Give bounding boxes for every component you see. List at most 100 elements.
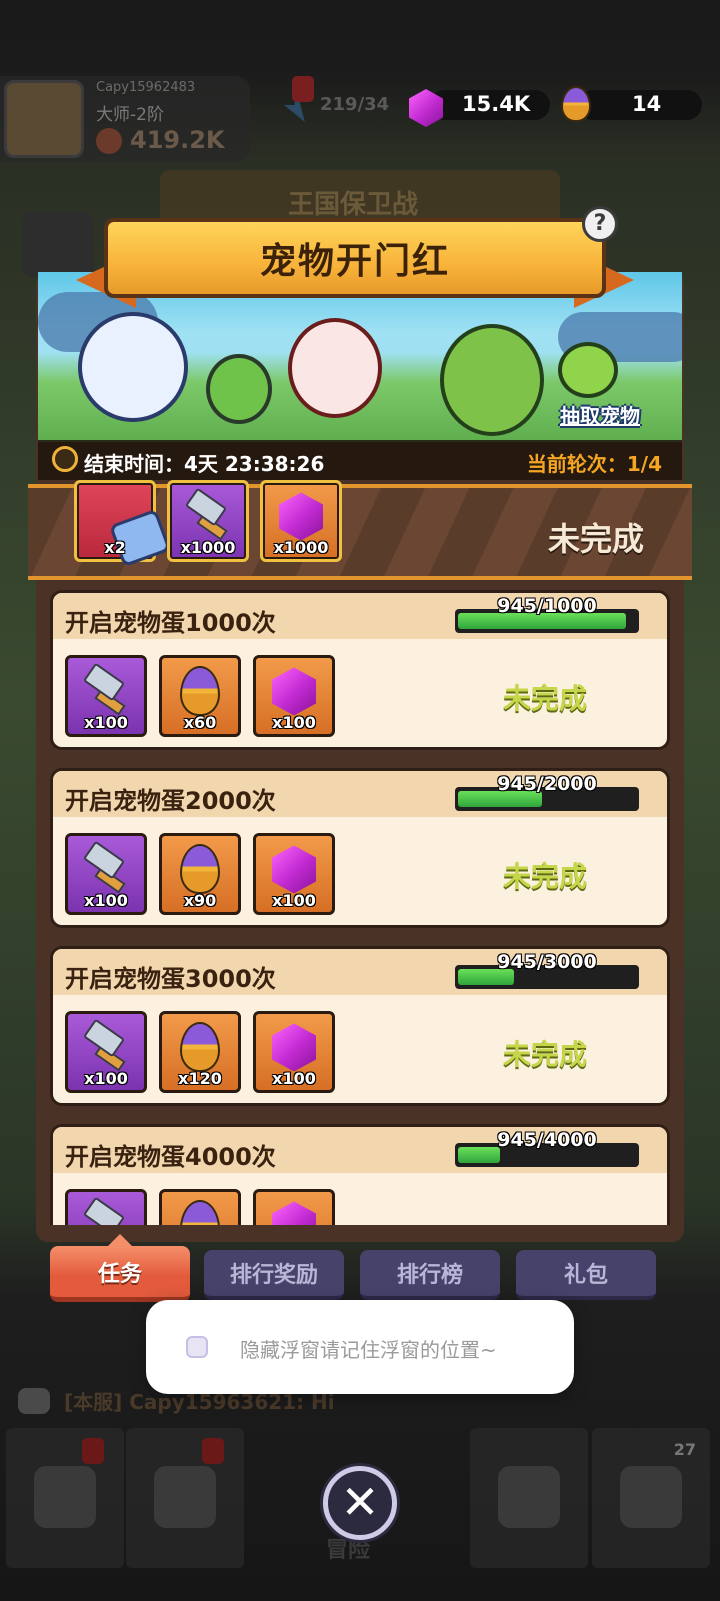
nav-badge-count: 27 (673, 1440, 696, 1459)
reward-count: x2 (104, 538, 126, 557)
reward-count: x100 (84, 1069, 128, 1088)
close-button[interactable]: ✕ (323, 1466, 397, 1540)
egg-icon (180, 844, 220, 895)
chest-icon (620, 1466, 682, 1528)
hammer-icon (80, 663, 132, 717)
gem-icon (279, 492, 323, 541)
gem-icon (272, 845, 316, 894)
reward-item[interactable]: x100 (253, 833, 335, 915)
reward-count: x60 (183, 713, 217, 732)
current-round: 当前轮次：1/4 (526, 452, 662, 476)
reward-item[interactable]: x60 (159, 655, 241, 737)
red-fox-pet (288, 318, 382, 418)
hammer-icon (182, 488, 234, 542)
task-progress-text: 945/3000 (497, 951, 597, 973)
parrot-pet (558, 342, 618, 398)
egg-count: 14 (632, 92, 662, 116)
end-time: 结束时间：4天 23:38:26 (84, 452, 325, 476)
task-status[interactable]: 未完成 (503, 855, 587, 895)
task-list[interactable]: 开启宠物蛋1000次 945/1000 x100 x60 x100 未完成 开启宠物蛋200… (50, 590, 670, 1225)
reward-count: x90 (183, 891, 217, 910)
active-tab-indicator (106, 1234, 134, 1248)
reward-item[interactable] (253, 1189, 335, 1225)
event-timer-bar: 结束时间：4天 23:38:26 当前轮次：1/4 (38, 440, 682, 480)
title-plate: 宠物开门红 (104, 218, 606, 298)
chat-icon (18, 1388, 50, 1414)
event-title-banner: 宠物开门红 (76, 218, 634, 308)
task-card: 开启宠物蛋1000次 945/1000 x100 x60 x100 未完成 (50, 590, 670, 750)
tab-label: 排行奖励 (229, 1263, 318, 1288)
player-avatar (4, 80, 84, 158)
task-progress-text: 945/4000 (497, 1129, 597, 1151)
player-rank: 大师-2阶 (96, 105, 164, 125)
hammer-icon (80, 1019, 132, 1073)
task-progress-text: 945/2000 (497, 773, 597, 795)
task-title: 开启宠物蛋3000次 (65, 965, 276, 993)
reward-item[interactable]: x120 (159, 1011, 241, 1093)
task-card: 开启宠物蛋4000次 945/4000 (50, 1124, 670, 1225)
egg-icon (180, 1022, 220, 1073)
tab-gift-pack[interactable]: 礼包 (516, 1250, 656, 1300)
frog-pet (440, 324, 544, 436)
gem-count: 15.4K (462, 92, 531, 116)
power-icon (96, 128, 122, 154)
player-name: Capy15962483 (96, 80, 196, 95)
mode-title: 王国保卫战 (288, 190, 419, 220)
tab-tasks[interactable]: 任务 (50, 1246, 190, 1302)
nav-upgrade (470, 1428, 588, 1568)
nav-hero (126, 1428, 244, 1568)
task-status[interactable]: 未完成 (503, 677, 587, 717)
tab-label: 排行榜 (396, 1263, 463, 1288)
reward-item[interactable]: x100 (253, 655, 335, 737)
shop-icon (34, 1466, 96, 1528)
tab-bar: 任务 排行奖励 排行榜 礼包 (44, 1222, 676, 1306)
reward-count: x1000 (180, 538, 236, 557)
help-button[interactable]: ? (582, 206, 618, 242)
hammer-icon (80, 841, 132, 895)
reward-count: x120 (178, 1069, 222, 1088)
blue-fox-pet (78, 312, 188, 422)
reward-item[interactable] (65, 1189, 147, 1225)
egg-icon (561, 86, 591, 122)
reward-item[interactable] (159, 1189, 241, 1225)
reward-item[interactable]: x90 (159, 833, 241, 915)
reward-count: x100 (84, 713, 128, 732)
tab-rank-rewards[interactable]: 排行奖励 (204, 1250, 344, 1300)
tab-label: 礼包 (563, 1263, 608, 1288)
reward-item[interactable]: x2 (74, 480, 172, 568)
task-title: 开启宠物蛋2000次 (65, 787, 276, 815)
nav-shop (6, 1428, 124, 1568)
reward-item[interactable]: x1000 (260, 480, 342, 562)
stopwatch-icon (52, 446, 78, 472)
reward-count: x100 (272, 713, 316, 732)
tab-leaderboard[interactable]: 排行榜 (360, 1250, 500, 1300)
app-icon (186, 1336, 208, 1358)
reward-item[interactable]: x100 (65, 655, 147, 737)
task-title: 开启宠物蛋1000次 (65, 609, 276, 637)
toast-text: 隐藏浮窗请记住浮窗的位置~ (240, 1338, 497, 1362)
task-card: 开启宠物蛋2000次 945/2000 x100 x90 x100 未完成 (50, 768, 670, 928)
energy-value: 219/34 (320, 94, 390, 115)
floating-window-toast: 隐藏浮窗请记住浮窗的位置~ (146, 1300, 574, 1394)
reward-item[interactable]: x100 (65, 1011, 147, 1093)
event-title: 宠物开门红 (259, 241, 450, 282)
reward-item[interactable]: x100 (65, 833, 147, 915)
reward-item[interactable]: x1000 (167, 480, 249, 562)
upgrade-arrow-icon (498, 1466, 560, 1528)
stage-status: 未完成 (547, 520, 644, 558)
draw-pet-link[interactable]: 抽取宠物 (560, 400, 640, 429)
task-card: 开启宠物蛋3000次 945/3000 x100 x120 x100 未完成 (50, 946, 670, 1106)
alert-icon (202, 1438, 224, 1464)
mushroom-pet (206, 354, 272, 424)
reward-count: x100 (272, 891, 316, 910)
reward-item[interactable]: x100 (253, 1011, 335, 1093)
egg-icon (180, 666, 220, 717)
helmet-icon (154, 1466, 216, 1528)
reward-count: x100 (84, 891, 128, 910)
alert-icon (292, 76, 314, 102)
task-title: 开启宠物蛋4000次 (65, 1143, 276, 1171)
gem-icon (272, 1023, 316, 1072)
alert-icon (82, 1438, 104, 1464)
currency-bar: 15.4K 14 (408, 82, 718, 132)
task-status[interactable]: 未完成 (503, 1033, 587, 1073)
